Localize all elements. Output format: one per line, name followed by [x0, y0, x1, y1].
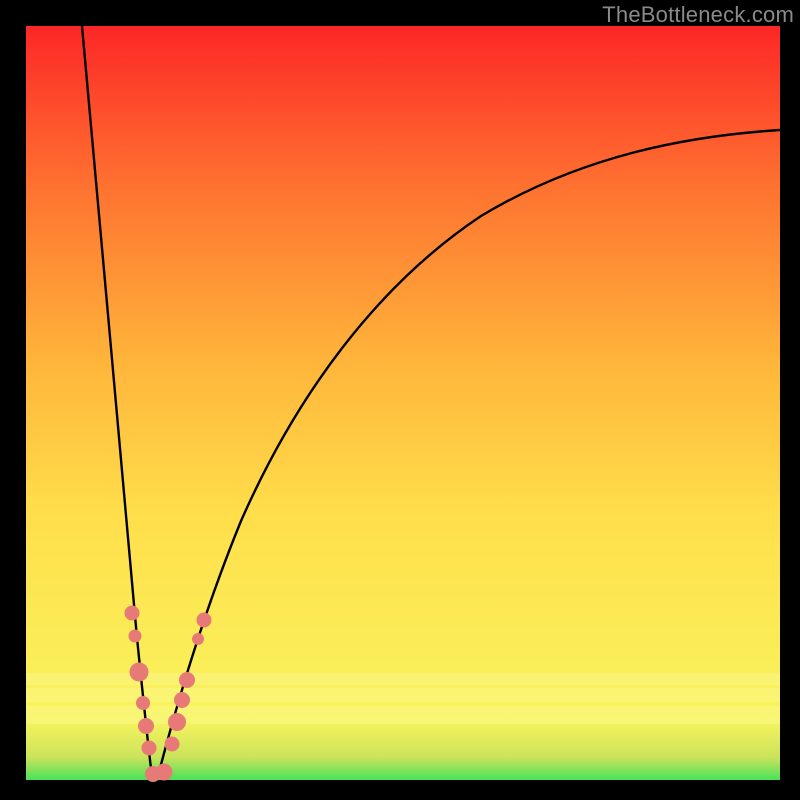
watermark-text: TheBottleneck.com [602, 2, 794, 28]
chart-frame: TheBottleneck.com [0, 0, 800, 800]
dot [165, 737, 180, 752]
dot [136, 696, 150, 710]
chart-svg [26, 26, 780, 780]
dot [129, 630, 142, 643]
plot-area [26, 26, 780, 780]
dot [156, 764, 173, 781]
dot [142, 741, 157, 756]
dot [197, 613, 212, 628]
dot [125, 606, 140, 621]
dot [192, 633, 204, 645]
dot [168, 713, 186, 731]
dot [130, 663, 149, 682]
dot [174, 692, 190, 708]
dot [138, 718, 154, 734]
dots-group [125, 606, 212, 783]
right-curve [158, 130, 780, 776]
dot [179, 672, 195, 688]
